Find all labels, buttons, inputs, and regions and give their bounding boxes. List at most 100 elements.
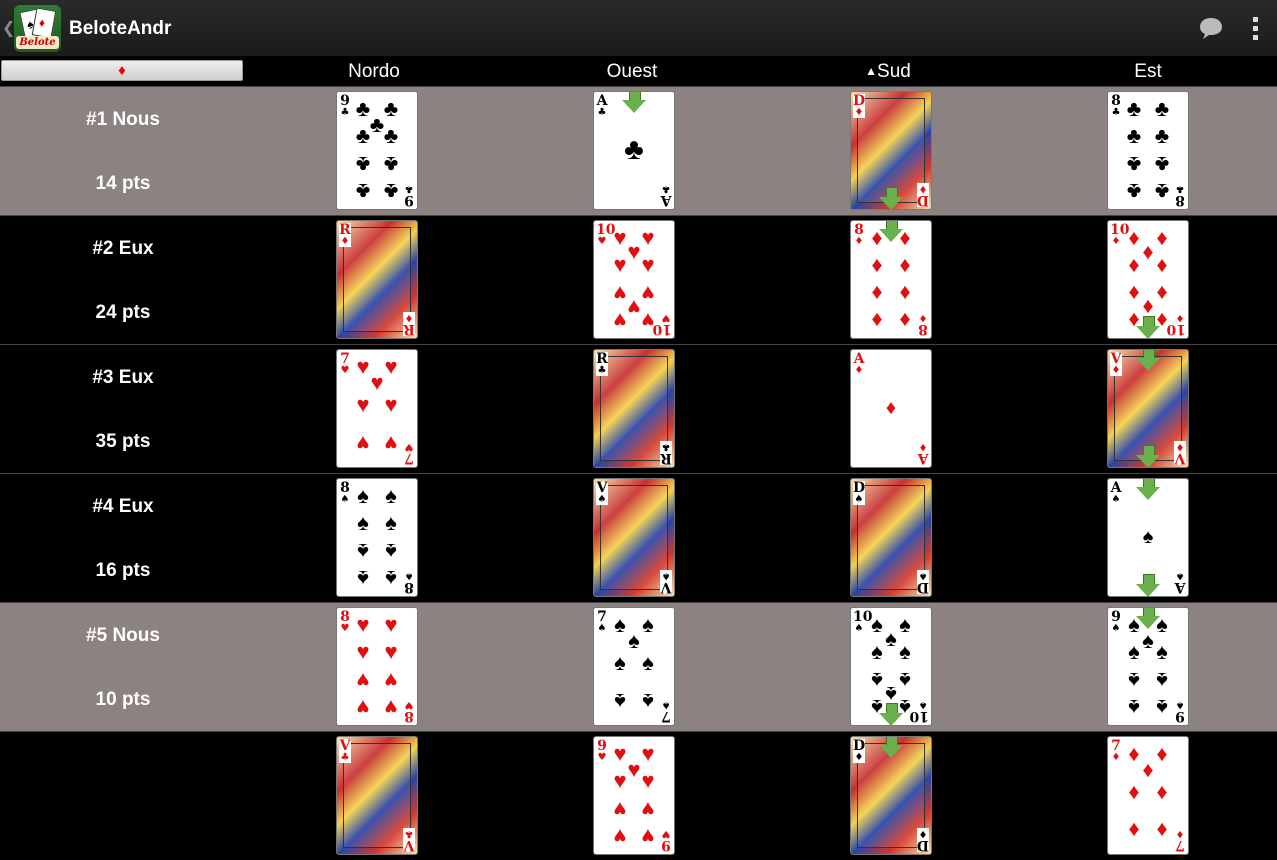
playing-card[interactable]: A ♠ A ♠ ♠ xyxy=(1107,478,1189,597)
playing-card[interactable]: D ♠ D ♠ xyxy=(850,478,932,597)
card-pip-icon: ♥ xyxy=(641,797,655,822)
trick-row[interactable]: V ♣ V ♣ 9 ♥ 9 ♥ ♥ ♥ ♥ ♥ ♥ ♥ ♥ ♥ ♥ D ♦ D ♦ 7 ♦ 7 ♦ ♦ ♦ ♦ ♦ ♦ ♦ ♦ xyxy=(0,731,1277,860)
played-arrow-icon xyxy=(1136,608,1160,632)
card-rank: V xyxy=(403,837,415,853)
playing-card[interactable]: 10 ♠ 10 ♠ ♠ ♠ ♠ ♠ ♠ ♠ ♠ ♠ ♠ ♠ xyxy=(850,607,932,726)
playing-card[interactable]: R ♣ R ♣ xyxy=(593,349,675,468)
face-card-portrait xyxy=(600,356,668,461)
card-pip-icon: ♥ xyxy=(384,639,398,664)
card-pip-icon: ♥ xyxy=(384,392,398,417)
column-header: ♦ Nordo Ouest ▲Sud Est xyxy=(0,56,1277,87)
card-corner: R ♣ xyxy=(660,441,672,466)
playing-card[interactable]: V ♦ V ♦ xyxy=(1107,349,1189,468)
face-card-portrait xyxy=(600,485,668,590)
playing-card[interactable]: 7 ♠ 7 ♠ ♠ ♠ ♠ ♠ ♠ ♠ ♠ xyxy=(593,607,675,726)
card-suit-icon: ♠ xyxy=(1111,623,1121,634)
card-corner: 10 ♦ xyxy=(1167,312,1186,337)
card-corner: V ♦ xyxy=(1110,352,1122,376)
trick-row[interactable]: #2 Eux 24 pts R ♦ R ♦ 10 ♥ 10 ♥ ♥ ♥ ♥ ♥ ♥ ♥ ♥ ♥ ♥ ♥ 8 ♦ 8 ♦ ♦ ♦ ♦ ♦… xyxy=(0,215,1277,344)
card-suit-icon: ♦ xyxy=(1111,236,1121,247)
card-corner: 10 ♥ xyxy=(596,223,615,247)
card-corner: A ♠ xyxy=(1110,481,1122,505)
card-pip-icon: ♣ xyxy=(383,152,399,177)
card-corner: 9 ♥ xyxy=(596,739,608,763)
app-icon[interactable]: Belote xyxy=(14,5,61,52)
card-pip-icon: ♣ xyxy=(1126,96,1142,121)
trick-label: #2 Eux xyxy=(92,238,154,259)
card-pip-icon: ♣ xyxy=(1126,123,1142,148)
played-arrow-icon xyxy=(879,221,903,245)
card-rank: 9 xyxy=(1175,708,1185,724)
playing-card[interactable]: 10 ♥ 10 ♥ ♥ ♥ ♥ ♥ ♥ ♥ ♥ ♥ ♥ ♥ xyxy=(593,220,675,339)
playing-card[interactable]: 8 ♣ 8 ♣ ♣ ♣ ♣ ♣ ♣ ♣ ♣ ♣ xyxy=(1107,91,1189,210)
trick-label: #1 Nous xyxy=(86,109,160,130)
card-corner: 8 ♠ xyxy=(339,481,351,505)
trick-row[interactable]: #4 Eux 16 pts 8 ♠ 8 ♠ ♠ ♠ ♠ ♠ ♠ ♠ ♠ ♠ V ♠ V ♠ D ♠ D ♠ A ♠ A ♠ ♠ xyxy=(0,473,1277,602)
trick-row[interactable]: #5 Nous 10 pts 8 ♥ 8 ♥ ♥ ♥ ♥ ♥ ♥ ♥ ♥ ♥ 7 ♠ 7 ♠ ♠ ♠ ♠ ♠ ♠ ♠ ♠ 10 ♠ 1… xyxy=(0,602,1277,731)
playing-card[interactable]: D ♦ D ♦ xyxy=(850,736,932,855)
card-rank: 9 xyxy=(661,837,671,853)
playing-card[interactable]: 9 ♠ 9 ♠ ♠ ♠ ♠ ♠ ♠ ♠ ♠ ♠ ♠ xyxy=(1107,607,1189,726)
card-corner: 8 ♦ xyxy=(917,312,929,337)
card-pip-icon: ♠ xyxy=(628,628,640,653)
trick-row[interactable]: #1 Nous 14 pts 9 ♣ 9 ♣ ♣ ♣ ♣ ♣ ♣ ♣ ♣ ♣ ♣ A ♣ A ♣ ♣ D ♦ D ♦ 8 ♣ 8 ♣ ♣… xyxy=(0,86,1277,215)
playing-card[interactable]: 7 ♥ 7 ♥ ♥ ♥ ♥ ♥ ♥ ♥ ♥ xyxy=(336,349,418,468)
card-pip-icon: ♠ xyxy=(1128,639,1140,664)
trick-label: #3 Eux xyxy=(92,367,154,388)
playing-card[interactable]: D ♦ D ♦ xyxy=(850,91,932,210)
card-pip-icon: ♠ xyxy=(1128,695,1140,720)
card-pip-icon: ♦ xyxy=(899,281,911,306)
card-suit-icon: ♣ xyxy=(597,365,607,376)
playing-card[interactable]: A ♣ A ♣ ♣ xyxy=(593,91,675,210)
card-pip-icon: ♦ xyxy=(871,252,883,277)
card-corner: 7 ♠ xyxy=(596,610,608,634)
card-rank: 8 xyxy=(1175,192,1185,208)
playing-card[interactable]: 8 ♠ 8 ♠ ♠ ♠ ♠ ♠ ♠ ♠ ♠ ♠ xyxy=(336,478,418,597)
card-pip-icon: ♥ xyxy=(370,370,384,395)
card-pip-icon: ♦ xyxy=(1156,779,1168,804)
card-rank: D xyxy=(916,192,929,208)
played-arrow-icon xyxy=(1136,479,1160,503)
playing-card[interactable]: 8 ♥ 8 ♥ ♥ ♥ ♥ ♥ ♥ ♥ ♥ ♥ xyxy=(336,607,418,726)
card-pip-icon: ♠ xyxy=(385,483,397,508)
playing-card[interactable]: V ♠ V ♠ xyxy=(593,478,675,597)
playing-card[interactable]: 8 ♦ 8 ♦ ♦ ♦ ♦ ♦ ♦ ♦ ♦ ♦ xyxy=(850,220,932,339)
dealer-marker-icon: ▲ xyxy=(865,64,878,78)
card-pip-icon: ♥ xyxy=(384,612,398,637)
card-pip-icon: ♣ xyxy=(1154,152,1170,177)
face-card-portrait xyxy=(343,743,411,848)
card-corner: D ♠ xyxy=(917,570,929,595)
card-corner: D ♦ xyxy=(917,828,929,853)
speech-bubble-icon[interactable] xyxy=(1198,15,1224,41)
playing-card[interactable]: V ♣ V ♣ xyxy=(336,736,418,855)
card-pip-icon: ♠ xyxy=(385,566,397,591)
card-pip-icon: ♣ xyxy=(355,179,371,204)
trump-suit-button[interactable]: ♦ xyxy=(1,60,243,81)
card-suit-icon: ♣ xyxy=(597,107,607,118)
card-pip-icon: ♠ xyxy=(357,539,369,564)
card-suit-icon: ♣ xyxy=(340,107,350,118)
card-suit-icon: ♦ xyxy=(1111,752,1121,763)
card-pip-icon: ♠ xyxy=(899,639,911,664)
card-rank: 8 xyxy=(404,579,414,595)
playing-card[interactable]: 9 ♥ 9 ♥ ♥ ♥ ♥ ♥ ♥ ♥ ♥ ♥ ♥ xyxy=(593,736,675,855)
playing-card[interactable]: 10 ♦ 10 ♦ ♦ ♦ ♦ ♦ ♦ ♦ ♦ ♦ ♦ ♦ xyxy=(1107,220,1189,339)
playing-card[interactable]: R ♦ R ♦ xyxy=(336,220,418,339)
overflow-menu-icon[interactable] xyxy=(1246,15,1264,41)
card-suit-icon: ♦ xyxy=(854,365,864,376)
card-corner: 7 ♥ xyxy=(339,352,351,376)
playing-card[interactable]: A ♦ A ♦ ♦ xyxy=(850,349,932,468)
trick-row[interactable]: #3 Eux 35 pts 7 ♥ 7 ♥ ♥ ♥ ♥ ♥ ♥ ♥ ♥ R ♣ R ♣ A ♦ A ♦ ♦ V ♦ V ♦ xyxy=(0,344,1277,473)
card-corner: 8 ♣ xyxy=(1174,183,1186,208)
card-corner: 7 ♦ xyxy=(1110,739,1122,763)
card-rank: 9 xyxy=(404,192,414,208)
card-pip-icon: ♥ xyxy=(641,252,655,277)
card-rank: A xyxy=(660,192,672,208)
card-pip-icon: ♣ xyxy=(1126,152,1142,177)
card-rank: R xyxy=(403,321,415,337)
trick-points: 10 pts xyxy=(95,689,151,710)
card-suit-icon: ♣ xyxy=(1111,107,1121,118)
playing-card[interactable]: 9 ♣ 9 ♣ ♣ ♣ ♣ ♣ ♣ ♣ ♣ ♣ ♣ xyxy=(336,91,418,210)
playing-card[interactable]: 7 ♦ 7 ♦ ♦ ♦ ♦ ♦ ♦ ♦ ♦ xyxy=(1107,736,1189,855)
card-corner: V ♣ xyxy=(339,739,351,763)
